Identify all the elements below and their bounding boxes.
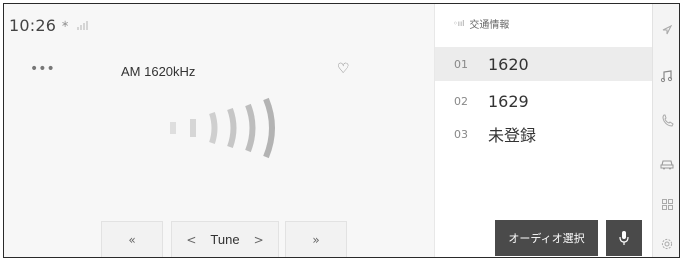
head-unit-screen: 10:26 ∗ ••• AM 1620kHz ♡ « < Tune > » ◦ı… bbox=[3, 3, 680, 258]
double-chevron-right-icon: » bbox=[312, 232, 320, 247]
tune-down-icon[interactable]: < bbox=[186, 233, 196, 247]
music-note-icon[interactable] bbox=[653, 66, 679, 86]
preset-row-03[interactable]: 03 未登録 bbox=[435, 117, 653, 151]
radio-player-pane: 10:26 ∗ ••• AM 1620kHz ♡ « < Tune > » bbox=[4, 4, 434, 257]
tune-up-icon[interactable]: > bbox=[254, 233, 264, 247]
double-chevron-left-icon: « bbox=[128, 232, 136, 247]
bluetooth-icon: ∗ bbox=[61, 19, 70, 30]
station-frequency: AM 1620kHz bbox=[121, 64, 196, 79]
car-icon[interactable] bbox=[653, 154, 679, 174]
phone-icon[interactable] bbox=[653, 110, 679, 130]
microphone-icon bbox=[619, 231, 629, 245]
traffic-info-label: 交通情報 bbox=[469, 20, 510, 31]
apps-grid-icon[interactable] bbox=[653, 194, 679, 214]
more-options-button[interactable]: ••• bbox=[30, 61, 55, 77]
tune-control[interactable]: < Tune > bbox=[171, 221, 279, 257]
preset-label: 1629 bbox=[488, 91, 529, 111]
traffic-info-header[interactable]: ◦ııl 交通情報 bbox=[453, 16, 509, 31]
traffic-signal-icon: ◦ııl bbox=[453, 19, 465, 28]
preset-number: 03 bbox=[454, 127, 468, 141]
preset-label: 1620 bbox=[488, 54, 529, 74]
preset-number: 01 bbox=[454, 57, 468, 71]
clock: 10:26 bbox=[9, 16, 57, 35]
audio-select-button[interactable]: オーディオ選択 bbox=[495, 220, 598, 256]
preset-number: 02 bbox=[454, 94, 468, 108]
preset-list-pane: ◦ııl 交通情報 01 1620 02 1629 03 未登録 オーディオ選択 bbox=[434, 4, 653, 257]
preset-row-02[interactable]: 02 1629 bbox=[435, 84, 653, 118]
preset-row-01[interactable]: 01 1620 bbox=[435, 47, 653, 81]
seek-back-button[interactable]: « bbox=[101, 221, 163, 257]
navigation-arrow-icon[interactable] bbox=[653, 20, 679, 40]
main-menu-bar bbox=[652, 4, 679, 257]
settings-gear-icon[interactable] bbox=[653, 234, 679, 254]
voice-command-button[interactable] bbox=[606, 220, 642, 256]
tune-label: Tune bbox=[210, 232, 240, 247]
radio-wave-icon bbox=[170, 97, 275, 159]
seek-forward-button[interactable]: » bbox=[285, 221, 347, 257]
favorite-heart-icon[interactable]: ♡ bbox=[337, 61, 350, 77]
signal-strength-icon bbox=[77, 21, 88, 30]
preset-label: 未登録 bbox=[488, 126, 537, 145]
